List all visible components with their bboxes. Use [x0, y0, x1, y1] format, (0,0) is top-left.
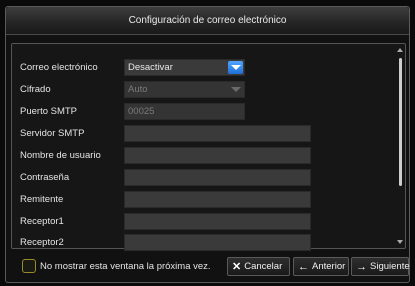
password-input[interactable]: [124, 169, 311, 186]
receiver1-label: Receptor1: [20, 216, 64, 227]
row-encryption: Cifrado Auto: [12, 81, 405, 98]
row-sender: Remitente: [12, 191, 405, 208]
email-dropdown-value: Desactivar: [128, 62, 173, 73]
row-password: Contraseña: [12, 169, 405, 186]
row-receiver2: Receptor2: [12, 234, 405, 251]
email-dropdown[interactable]: Desactivar: [124, 59, 245, 76]
username-label: Nombre de usuario: [20, 150, 101, 161]
close-icon: ✕: [232, 261, 242, 273]
cancel-button[interactable]: ✕ Cancelar: [227, 257, 290, 276]
receiver2-label: Receptor2: [20, 237, 64, 248]
dont-show-again-checkbox[interactable]: [22, 259, 36, 273]
dont-show-again-label[interactable]: No mostrar esta ventana la próxima vez.: [40, 259, 211, 274]
sender-label: Remitente: [20, 194, 64, 205]
encryption-dropdown[interactable]: Auto: [124, 81, 245, 98]
row-username: Nombre de usuario: [12, 147, 405, 164]
smtp-port-value: 00025: [128, 106, 155, 117]
encryption-dropdown-value: Auto: [128, 84, 148, 95]
dialog-footer: No mostrar esta ventana la próxima vez. …: [6, 256, 410, 280]
arrow-left-icon: ←: [298, 260, 309, 273]
email-settings-dialog: Configuración de correo electrónico Corr…: [5, 6, 410, 283]
receiver1-input[interactable]: [124, 213, 311, 230]
cancel-label: Cancelar: [244, 261, 283, 272]
chevron-down-icon[interactable]: [228, 61, 243, 74]
dialog-titlebar: Configuración de correo electrónico: [6, 7, 409, 35]
next-button[interactable]: → Siguiente: [351, 257, 410, 276]
chevron-down-icon: [228, 83, 243, 96]
email-label: Correo electrónico: [20, 62, 98, 73]
next-label: Siguiente: [370, 261, 410, 272]
password-label: Contraseña: [20, 172, 70, 183]
row-email: Correo electrónico Desactivar: [12, 59, 405, 76]
back-button[interactable]: ← Anterior: [293, 257, 349, 276]
username-input[interactable]: [124, 147, 311, 164]
smtp-port-label: Puerto SMTP: [20, 106, 78, 117]
row-receiver1: Receptor1: [12, 213, 405, 230]
arrow-right-icon: →: [356, 260, 367, 273]
dialog-title: Configuración de correo electrónico: [128, 15, 287, 26]
smtp-server-input[interactable]: [124, 125, 311, 142]
smtp-port-input[interactable]: 00025: [124, 103, 245, 120]
scrollbar-thumb[interactable]: [399, 58, 402, 186]
settings-panel: Correo electrónico Desactivar Cifrado Au…: [11, 43, 406, 251]
scroll-down-icon[interactable]: [397, 240, 403, 244]
back-label: Anterior: [312, 261, 346, 272]
encryption-label: Cifrado: [20, 84, 51, 95]
scroll-up-icon[interactable]: [397, 48, 403, 52]
row-smtp-port: Puerto SMTP 00025: [12, 103, 405, 120]
smtp-server-label: Servidor SMTP: [20, 128, 85, 139]
sender-input[interactable]: [124, 191, 311, 208]
receiver2-input[interactable]: [124, 234, 311, 251]
row-smtp-server: Servidor SMTP: [12, 125, 405, 142]
